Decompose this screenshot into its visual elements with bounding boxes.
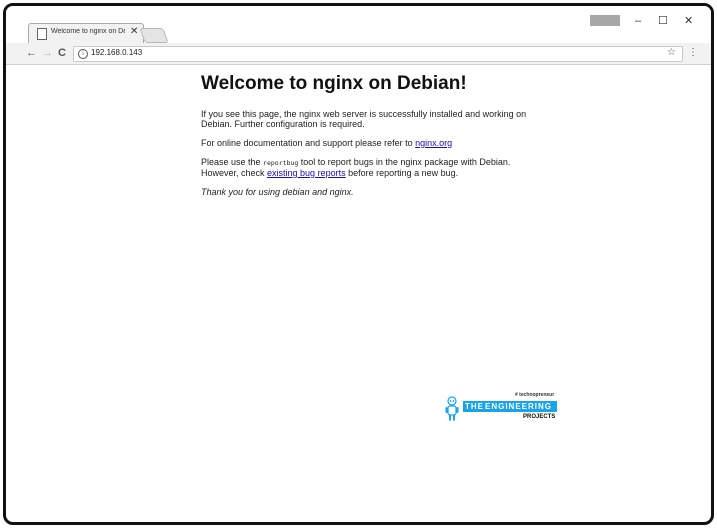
browser-tab[interactable]: Welcome to nginx on De ✕ (28, 23, 144, 44)
page-title: Welcome to nginx on Debian! (201, 73, 467, 94)
new-tab-button[interactable] (139, 28, 169, 43)
forward-button[interactable]: → (42, 46, 53, 60)
thanks-paragraph: Thank you for using debian and nginx. (201, 187, 541, 197)
browser-window: Welcome to nginx on De ✕ – ☐ ✕ ← → C i 1… (3, 3, 714, 525)
docs-paragraph: For online documentation and support ple… (201, 138, 541, 148)
bugs-paragraph: Please use the reportbug tool to report … (201, 157, 541, 178)
minimize-button[interactable]: – (635, 15, 641, 27)
logo-tagline: # technopreneur (515, 392, 555, 398)
logo-engineering: ENGINEERING (485, 402, 553, 411)
maximize-button[interactable]: ☐ (658, 15, 668, 27)
bugs-text-1: Please use the (201, 157, 264, 167)
bugs-text-3: before reporting a new bug. (345, 168, 459, 178)
reload-button[interactable]: C (58, 46, 66, 60)
watermark-logo: # technopreneur THE ENGINEERING PROJECTS (441, 392, 559, 426)
close-icon[interactable]: ✕ (130, 26, 138, 37)
intro-paragraph: If you see this page, the nginx web serv… (201, 109, 527, 129)
tab-title: Welcome to nginx on De (51, 28, 125, 35)
toolbar: ← → C i 192.168.0.143 ☆ ⋮ (6, 43, 711, 65)
url-text[interactable]: 192.168.0.143 (91, 48, 142, 57)
bug-reports-link[interactable]: existing bug reports (267, 168, 346, 178)
docs-text: For online documentation and support ple… (201, 138, 416, 148)
page-content: Welcome to nginx on Debian! If you see t… (201, 73, 541, 206)
logo-the: THE (465, 402, 484, 411)
address-bar[interactable]: i 192.168.0.143 ☆ (73, 46, 683, 62)
back-button[interactable]: ← (26, 46, 37, 60)
page-icon (37, 28, 47, 40)
star-icon[interactable]: ☆ (667, 47, 676, 58)
close-window-button[interactable]: ✕ (684, 15, 693, 27)
thanks-text: Thank you for using debian and nginx. (201, 187, 354, 197)
info-icon[interactable]: i (78, 49, 88, 59)
logo-banner: THE ENGINEERING (463, 401, 557, 412)
title-bar: Welcome to nginx on De ✕ – ☐ ✕ (6, 6, 711, 44)
robot-icon (445, 396, 459, 421)
reportbug-code: reportbug (263, 159, 299, 167)
profile-button[interactable] (590, 15, 620, 26)
nginx-org-link[interactable]: nginx.org (415, 138, 452, 148)
logo-projects: PROJECTS (523, 414, 556, 420)
menu-icon[interactable]: ⋮ (688, 47, 698, 59)
